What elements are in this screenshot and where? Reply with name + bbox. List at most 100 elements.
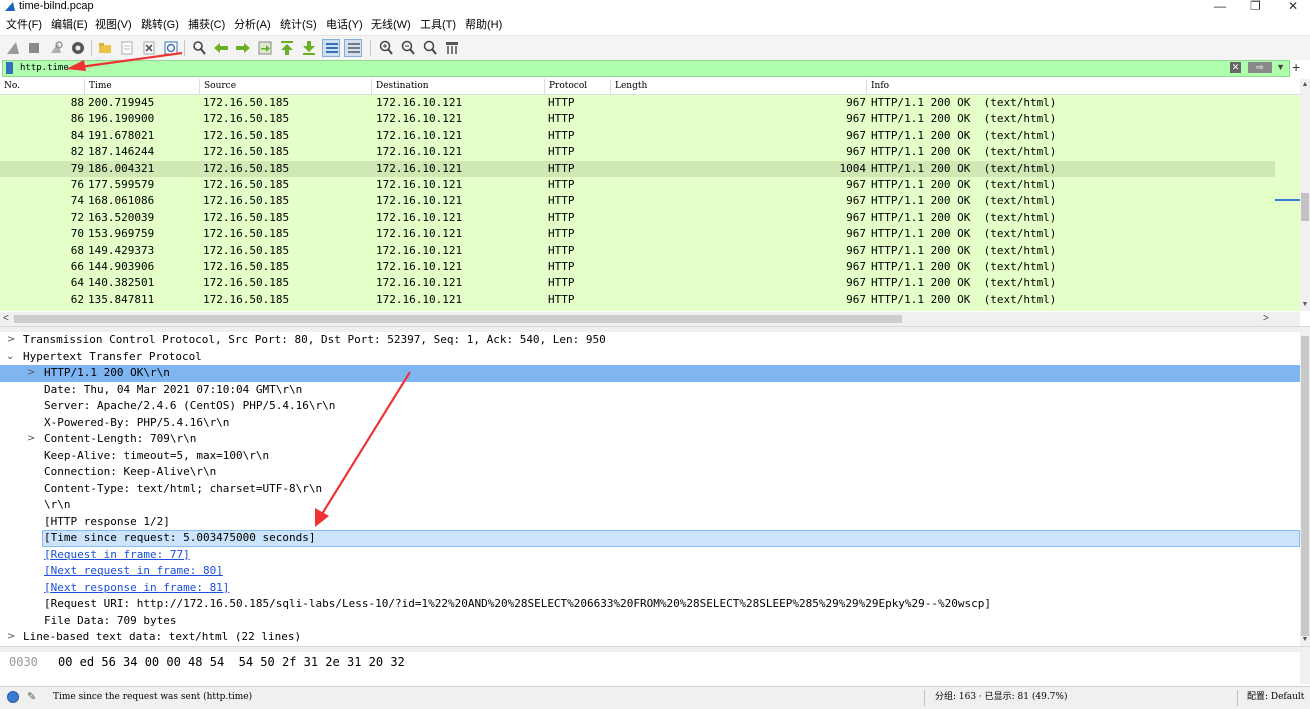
go-to-packet-icon[interactable] (256, 39, 274, 57)
bytes-vertical-scrollbar[interactable] (1300, 652, 1310, 684)
menu-statistics[interactable]: 统计(S) (280, 18, 317, 32)
tree-item-server[interactable]: Server: Apache/2.4.6 (CentOS) PHP/5.4.16… (0, 398, 1300, 415)
bookmark-icon[interactable] (6, 62, 13, 74)
scroll-down-arrow-icon[interactable]: ▼ (1300, 636, 1310, 644)
close-button[interactable]: ✕ (1288, 0, 1298, 13)
column-header-source[interactable]: Source (200, 79, 372, 94)
packet-row[interactable]: 62 135.847811 172.16.50.185 172.16.10.12… (0, 291, 1275, 309)
packet-row[interactable]: 66 144.903906 172.16.50.185 172.16.10.12… (0, 259, 1275, 276)
packet-row[interactable]: 68 149.429373 172.16.50.185 172.16.10.12… (0, 242, 1275, 259)
column-header-protocol[interactable]: Protocol (545, 79, 611, 94)
menu-tools[interactable]: 工具(T) (420, 18, 456, 32)
tree-item-next-request[interactable]: [Next request in frame: 80] (0, 563, 1300, 580)
menu-edit[interactable]: 编辑(E) (51, 18, 88, 32)
column-header-no[interactable]: No. (0, 79, 85, 94)
column-header-info[interactable]: Info (867, 79, 1300, 94)
filter-text[interactable]: http.time (20, 62, 69, 75)
tree-item-line-based-text[interactable]: > Line-based text data: text/html (22 li… (0, 629, 1300, 646)
resize-columns-icon[interactable] (443, 39, 461, 57)
save-icon[interactable] (118, 39, 136, 57)
scrollbar-thumb[interactable] (1301, 193, 1309, 221)
tree-item-crlf[interactable]: \r\n (0, 497, 1300, 514)
tree-item-request-uri[interactable]: [Request URI: http://172.16.50.185/sqli-… (0, 596, 1300, 613)
apply-filter-icon[interactable]: ⇨ (1248, 62, 1272, 73)
scroll-down-arrow-icon[interactable]: ▼ (1300, 301, 1310, 309)
tree-item-date[interactable]: Date: Thu, 04 Mar 2021 07:10:04 GMT\r\n (0, 382, 1300, 399)
expand-arrow-icon[interactable]: > (27, 431, 37, 447)
tree-item-http[interactable]: ⌄ Hypertext Transfer Protocol (0, 349, 1300, 366)
packet-row[interactable]: 70 153.969759 172.16.50.185 172.16.10.12… (0, 226, 1275, 243)
minimize-button[interactable]: — (1214, 0, 1226, 13)
scroll-right-arrow-icon[interactable]: > (1263, 312, 1269, 326)
go-forward-icon[interactable] (234, 39, 252, 57)
zoom-in-icon[interactable] (377, 39, 395, 57)
tree-item-content-length[interactable]: > Content-Length: 709\r\n (0, 431, 1300, 448)
scrollbar-thumb[interactable] (14, 315, 902, 323)
tree-item-time-since-request[interactable]: [Time since request: 5.003475000 seconds… (42, 530, 1300, 547)
reload-icon[interactable] (162, 39, 180, 57)
zoom-out-icon[interactable] (399, 39, 417, 57)
restart-icon[interactable] (47, 39, 65, 57)
packet-row[interactable]: 64 140.382501 172.16.50.185 172.16.10.12… (0, 275, 1275, 292)
tree-item-status-line[interactable]: > HTTP/1.1 200 OK\r\n (0, 365, 1300, 382)
menu-go[interactable]: 跳转(G) (141, 18, 179, 32)
tree-item-http-response-number[interactable]: [HTTP response 1/2] (0, 514, 1300, 531)
column-header-destination[interactable]: Destination (372, 79, 545, 94)
packet-list-minimap[interactable] (1275, 95, 1300, 311)
autoscroll-icon[interactable] (322, 39, 340, 57)
menu-capture[interactable]: 捕获(C) (188, 18, 225, 32)
menu-file[interactable]: 文件(F) (6, 18, 42, 32)
edit-comment-icon[interactable]: ✎ (27, 690, 36, 703)
packet-row[interactable]: 74 168.061086 172.16.50.185 172.16.10.12… (0, 193, 1275, 210)
menu-telephony[interactable]: 电话(Y) (326, 18, 363, 32)
request-in-frame-link[interactable]: [Request in frame: 77] (44, 547, 190, 563)
menu-analyze[interactable]: 分析(A) (234, 18, 271, 32)
close-file-icon[interactable] (140, 39, 158, 57)
column-header-length[interactable]: Length (611, 79, 867, 94)
packet-list-vertical-scrollbar[interactable]: ▲ ▼ (1300, 79, 1310, 311)
go-back-icon[interactable] (212, 39, 230, 57)
profile-status[interactable]: 配置: Default (1247, 691, 1304, 703)
tree-item-connection[interactable]: Connection: Keep-Alive\r\n (0, 464, 1300, 481)
go-first-icon[interactable] (278, 39, 296, 57)
find-icon[interactable] (190, 39, 208, 57)
packet-row[interactable]: 84 191.678021 172.16.50.185 172.16.10.12… (0, 127, 1275, 145)
scroll-left-arrow-icon[interactable]: < (3, 312, 9, 326)
expand-arrow-icon[interactable]: > (7, 629, 17, 645)
colorize-icon[interactable] (344, 39, 362, 57)
scrollbar-thumb[interactable] (1301, 336, 1309, 636)
packet-row[interactable]: 88 200.719945 172.16.50.185 172.16.10.12… (0, 95, 1275, 112)
expand-arrow-icon[interactable]: > (7, 332, 17, 348)
shark-fin-icon[interactable] (4, 39, 22, 57)
stop-icon[interactable] (25, 39, 43, 57)
packet-row-selected[interactable]: 79 186.004321 172.16.50.185 172.16.10.12… (0, 160, 1275, 193)
packet-row[interactable]: 72 163.520039 172.16.50.185 172.16.10.12… (0, 209, 1275, 227)
tree-item-request-in-frame[interactable]: [Request in frame: 77] (0, 547, 1300, 564)
tree-item-next-response[interactable]: [Next response in frame: 81] (0, 580, 1300, 597)
tree-item-x-powered-by[interactable]: X-Powered-By: PHP/5.4.16\r\n (0, 415, 1300, 432)
expand-arrow-icon[interactable]: > (27, 365, 37, 381)
tree-item-content-type[interactable]: Content-Type: text/html; charset=UTF-8\r… (0, 481, 1300, 498)
go-last-icon[interactable] (300, 39, 318, 57)
menu-wireless[interactable]: 无线(W) (371, 18, 411, 32)
filter-history-dropdown-icon[interactable]: ▼ (1276, 61, 1285, 74)
tree-item-keep-alive[interactable]: Keep-Alive: timeout=5, max=100\r\n (0, 448, 1300, 465)
packet-list-horizontal-scrollbar[interactable]: < > (0, 312, 1300, 326)
display-filter-input[interactable]: http.time ✕ ⇨ ▼ (2, 60, 1290, 77)
packet-row[interactable]: 86 196.190900 172.16.50.185 172.16.10.12… (0, 111, 1275, 128)
open-folder-icon[interactable] (96, 39, 114, 57)
next-request-link[interactable]: [Next request in frame: 80] (44, 563, 223, 579)
scroll-up-arrow-icon[interactable]: ▲ (1300, 81, 1310, 89)
collapse-arrow-icon[interactable]: ⌄ (6, 349, 16, 365)
menu-view[interactable]: 视图(V) (95, 18, 132, 32)
restore-button[interactable]: ❐ (1250, 0, 1261, 13)
packet-row[interactable]: 82 187.146244 172.16.50.185 172.16.10.12… (0, 144, 1275, 161)
zoom-normal-icon[interactable] (421, 39, 439, 57)
add-filter-button[interactable]: + (1292, 60, 1300, 74)
details-vertical-scrollbar[interactable]: ▼ (1300, 332, 1310, 646)
bytes-hex[interactable]: 00 ed 56 34 00 00 48 54 54 50 2f 31 2e 3… (58, 655, 405, 669)
column-header-time[interactable]: Time (85, 79, 200, 94)
packet-row[interactable]: 76 177.599579 172.16.50.185 172.16.10.12… (0, 177, 1275, 194)
menu-help[interactable]: 帮助(H) (465, 18, 502, 32)
expert-info-icon[interactable] (7, 691, 19, 703)
